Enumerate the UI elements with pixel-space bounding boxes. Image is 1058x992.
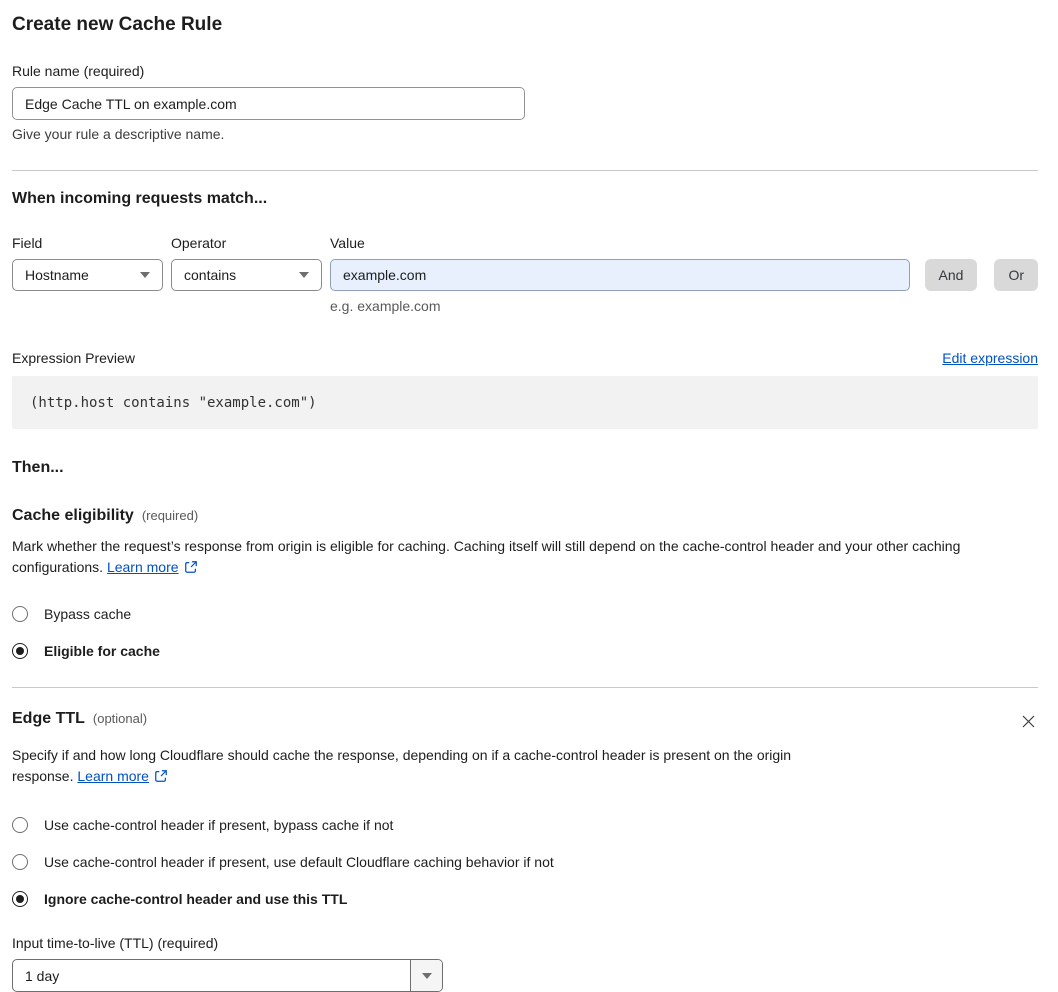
radio-dot [16, 821, 24, 829]
value-input[interactable] [330, 259, 910, 291]
edge-ttl-heading: Edge TTL [12, 710, 85, 727]
rule-name-label: Rule name (required) [12, 63, 145, 79]
operator-label: Operator [171, 235, 227, 251]
rule-name-helper: Give your rule a descriptive name. [12, 126, 225, 142]
operator-select-value: contains [184, 267, 237, 283]
and-button[interactable]: And [924, 259, 978, 291]
radio-ignore-header-use-ttl[interactable]: Ignore cache-control header and use this… [12, 891, 1038, 907]
field-column: Field Hostname [12, 235, 163, 291]
radio-icon [12, 606, 28, 622]
required-badge: (required) [141, 508, 199, 523]
radio-dot [16, 858, 24, 866]
chevron-down-icon [140, 272, 150, 278]
page-title: Create new Cache Rule [12, 14, 223, 35]
radio-bypass-cache[interactable]: Bypass cache [12, 606, 1038, 622]
radio-icon [12, 817, 28, 833]
ttl-select-value: 1 day [25, 967, 60, 984]
edit-expression-link[interactable]: Edit expression [942, 350, 1038, 366]
value-column: Value [330, 235, 910, 291]
ttl-dropdown-button[interactable] [410, 960, 442, 991]
value-helper: e.g. example.com [330, 298, 441, 314]
radio-dot [16, 895, 24, 903]
ttl-label: Input time-to-live (TTL) (required) [12, 935, 219, 951]
radio-dot [16, 610, 24, 618]
or-button[interactable]: Or [994, 259, 1038, 291]
radio-label: Bypass cache [44, 606, 132, 622]
operator-column: Operator contains [171, 235, 322, 291]
radio-icon [12, 891, 28, 907]
match-section-heading: When incoming requests match... [12, 190, 268, 207]
radio-label: Eligible for cache [44, 643, 160, 659]
field-select[interactable]: Hostname [12, 259, 163, 291]
external-link-icon [154, 768, 168, 789]
radio-eligible-for-cache[interactable]: Eligible for cache [12, 643, 1038, 659]
divider [12, 170, 1038, 171]
edge-ttl-heading-group: Edge TTL (optional) [12, 710, 147, 728]
then-heading: Then... [12, 459, 64, 476]
create-cache-rule-form: Create new Cache Rule Rule name (require… [0, 0, 1058, 992]
match-builder-row: Field Hostname Operator contains Value A… [12, 235, 1038, 291]
radio-use-header-bypass[interactable]: Use cache-control header if present, byp… [12, 817, 1038, 833]
learn-more-link[interactable]: Learn more [107, 559, 179, 575]
rule-name-section: Rule name (required) Give your rule a de… [12, 63, 1038, 142]
rule-name-input[interactable] [12, 87, 525, 120]
radio-dot [16, 647, 24, 655]
expression-code: (http.host contains "example.com") [12, 376, 1038, 429]
cache-eligibility-description: Mark whether the request’s response from… [12, 536, 1038, 580]
close-icon[interactable] [1019, 712, 1038, 734]
expression-preview-label: Expression Preview [12, 350, 135, 366]
edge-ttl-heading-row: Edge TTL (optional) [12, 710, 1038, 734]
divider [12, 687, 1038, 688]
chevron-down-icon [299, 272, 309, 278]
edge-ttl-description: Specify if and how long Cloudflare shoul… [12, 745, 847, 789]
radio-label: Use cache-control header if present, use… [44, 854, 554, 870]
chevron-down-icon [421, 972, 432, 979]
cache-eligibility-heading: Cache eligibility [12, 507, 134, 524]
cache-eligibility-heading-row: Cache eligibility (required) [12, 507, 1038, 525]
optional-badge: (optional) [92, 711, 148, 726]
expression-header: Expression Preview Edit expression [12, 350, 1038, 366]
radio-use-header-default[interactable]: Use cache-control header if present, use… [12, 854, 1038, 870]
field-select-value: Hostname [25, 267, 89, 283]
radio-icon [12, 643, 28, 659]
radio-label: Use cache-control header if present, byp… [44, 817, 394, 833]
field-label: Field [12, 235, 43, 251]
operator-select[interactable]: contains [171, 259, 322, 291]
learn-more-link[interactable]: Learn more [77, 768, 149, 784]
value-label: Value [330, 235, 365, 251]
radio-label: Ignore cache-control header and use this… [44, 891, 348, 907]
ttl-select[interactable]: 1 day [12, 959, 443, 992]
radio-icon [12, 854, 28, 870]
external-link-icon [184, 559, 198, 580]
